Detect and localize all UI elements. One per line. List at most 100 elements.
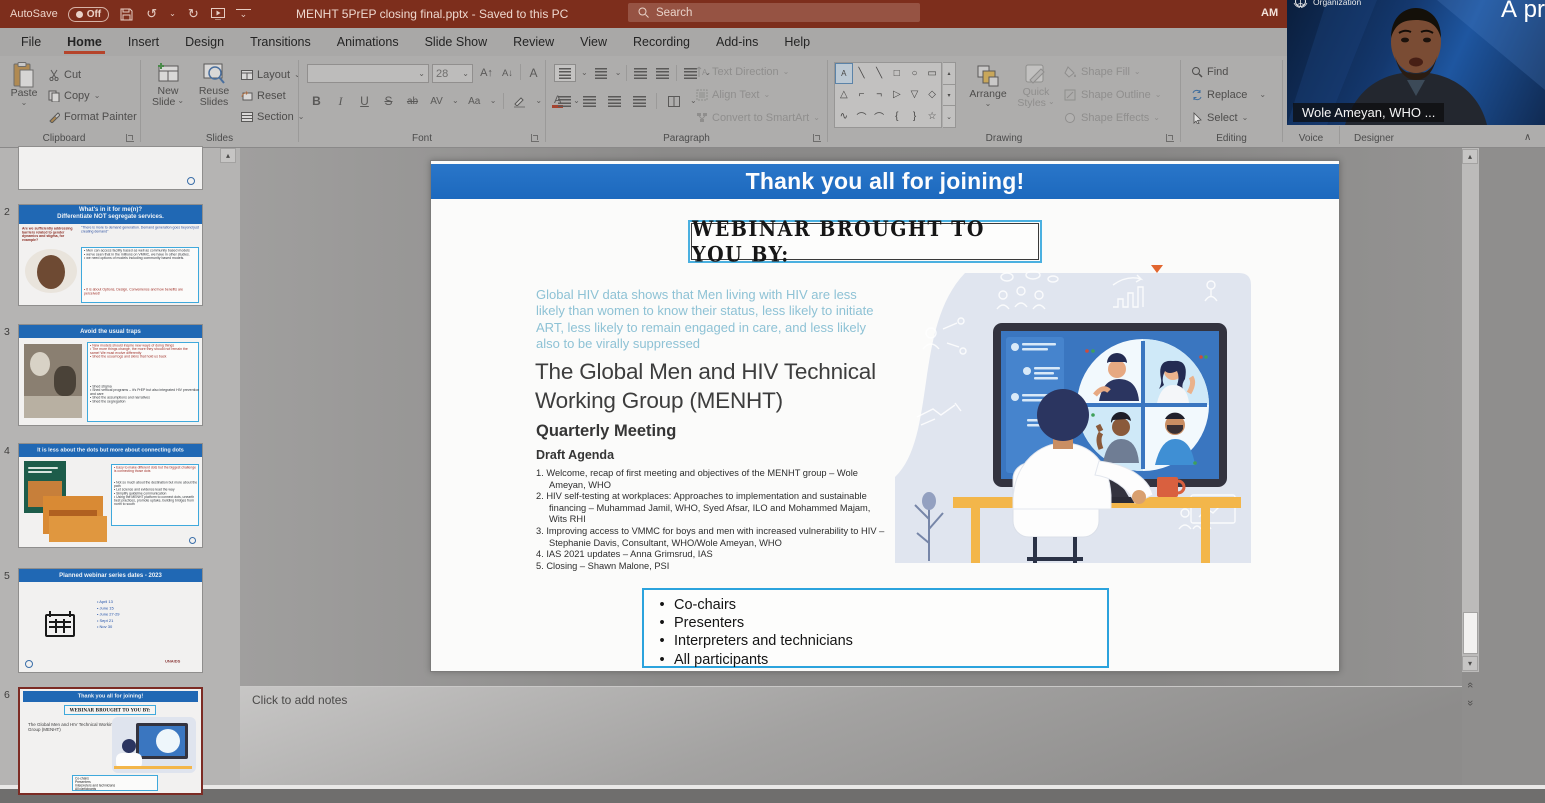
paste-button[interactable]: Paste ⌄: [6, 62, 42, 107]
reuse-slides-button[interactable]: Reuse Slides: [193, 62, 235, 108]
next-slide-button[interactable]: »: [1462, 694, 1478, 709]
strikethrough-button[interactable]: S: [380, 92, 397, 110]
oval-shape-icon[interactable]: ○: [906, 63, 924, 84]
align-center-button[interactable]: [581, 92, 598, 110]
gallery-scroll-down-icon[interactable]: ▾: [943, 84, 955, 107]
thumbnail-slide-3[interactable]: Avoid the usual traps • New models shoul…: [18, 324, 203, 426]
text-direction-button[interactable]: A Text Direction⌄: [696, 62, 820, 82]
shape-outline-button[interactable]: Shape Outline⌄: [1064, 85, 1161, 105]
clipboard-dialog-launcher-icon[interactable]: [126, 134, 134, 142]
curve-shape-icon[interactable]: ⌒: [870, 106, 888, 127]
star-shape-icon[interactable]: ☆: [923, 106, 941, 127]
copy-button[interactable]: Copy ⌄: [48, 85, 137, 106]
start-slideshow-button[interactable]: [211, 7, 226, 22]
tab-recording[interactable]: Recording: [620, 28, 703, 56]
slide-heading[interactable]: The Global Men and HIV Technical Working…: [535, 357, 895, 415]
tab-transitions[interactable]: Transitions: [237, 28, 324, 56]
subscript-button[interactable]: ab: [404, 92, 421, 110]
thumbnail-slide-1[interactable]: [18, 146, 203, 190]
tab-home[interactable]: Home: [54, 28, 115, 56]
gallery-more-icon[interactable]: ⌄: [943, 106, 955, 127]
tab-design[interactable]: Design: [172, 28, 237, 56]
tab-review[interactable]: Review: [500, 28, 567, 56]
scroll-down-button[interactable]: ▾: [1462, 656, 1478, 671]
italic-button[interactable]: I: [332, 92, 349, 110]
select-button[interactable]: Select ⌄: [1191, 108, 1266, 128]
collapse-ribbon-icon[interactable]: ∧: [1524, 132, 1531, 143]
tab-help[interactable]: Help: [771, 28, 823, 56]
reset-button[interactable]: Reset: [241, 85, 304, 106]
find-button[interactable]: Find: [1191, 62, 1266, 82]
format-painter-button[interactable]: Format Painter: [48, 106, 137, 127]
scribble-shape-icon[interactable]: ∿: [835, 106, 853, 127]
replace-button[interactable]: Replace ⌄: [1191, 85, 1266, 105]
paragraph-dialog-launcher-icon[interactable]: [813, 134, 821, 142]
quick-styles-button[interactable]: Quick Styles⌄: [1014, 63, 1058, 109]
redo-button[interactable]: ↻: [186, 7, 201, 22]
slide-title-banner[interactable]: Thank you all for joining!: [431, 164, 1339, 199]
increase-indent-button[interactable]: [654, 64, 671, 82]
rectangle-shape-icon[interactable]: □: [888, 63, 906, 84]
arc-shape-icon[interactable]: ⌒: [853, 106, 871, 127]
convert-to-smartart-button[interactable]: Convert to SmartArt⌄: [696, 108, 820, 128]
undo-button[interactable]: ↺: [144, 7, 159, 22]
thumbnail-scroll-up-button[interactable]: ▴: [220, 148, 236, 163]
columns-button[interactable]: [665, 92, 682, 110]
down-arrow-shape-icon[interactable]: ▽: [906, 84, 924, 105]
cut-button[interactable]: Cut: [48, 64, 137, 85]
layout-button[interactable]: Layout⌄: [241, 64, 304, 85]
gallery-scroll-up-icon[interactable]: ▴: [943, 63, 955, 84]
align-right-button[interactable]: [606, 92, 623, 110]
agenda-list[interactable]: Welcome, recap of first meeting and obje…: [536, 468, 891, 572]
decrease-indent-button[interactable]: [632, 64, 649, 82]
character-spacing-button[interactable]: AV: [428, 92, 445, 110]
save-button[interactable]: [119, 7, 134, 22]
thumbnail-slide-6-selected[interactable]: Thank you all for joining! WEBINAR BROUG…: [18, 687, 203, 795]
shape-effects-button[interactable]: Shape Effects⌄: [1064, 108, 1161, 128]
webinar-textbox[interactable]: WEBINAR BROUGHT TO YOU BY:: [691, 223, 1039, 260]
change-case-button[interactable]: Aa: [466, 92, 483, 110]
elbow-arrow-shape-icon[interactable]: ¬: [870, 84, 888, 105]
font-name-combo[interactable]: ⌄: [307, 64, 429, 83]
scrollbar-thumb[interactable]: [1463, 612, 1478, 654]
elbow-connector-shape-icon[interactable]: ⌐: [853, 84, 871, 105]
agenda-label[interactable]: Draft Agenda: [536, 448, 614, 462]
intro-paragraph[interactable]: Global HIV data shows that Men living wi…: [536, 287, 888, 353]
bold-button[interactable]: B: [308, 92, 325, 110]
tab-file[interactable]: File: [8, 28, 54, 56]
thumbnail-slide-2[interactable]: What's in it for me(n)? Differentiate NO…: [18, 204, 203, 306]
account-initials-badge[interactable]: AM: [1261, 7, 1278, 19]
tab-slide-show[interactable]: Slide Show: [412, 28, 501, 56]
video-call-overlay[interactable]: Organization À pr Wole Ameyan, WHO ...: [1287, 0, 1545, 125]
right-brace-shape-icon[interactable]: }: [906, 106, 924, 127]
decrease-font-size-button[interactable]: A↓: [499, 64, 516, 82]
thumbnail-slide-5[interactable]: Planned webinar series dates - 2023 • Ap…: [18, 568, 203, 673]
tab-animations[interactable]: Animations: [324, 28, 412, 56]
shape-fill-button[interactable]: Shape Fill⌄: [1064, 62, 1161, 82]
shapes-gallery[interactable]: A ╲ ╲ □ ○ ▭ △ ⌐ ¬ ▷ ▽ ◇ ∿ ⌒ ⌒ { } ☆: [834, 62, 942, 128]
tab-add-ins[interactable]: Add-ins: [703, 28, 771, 56]
rounded-rectangle-shape-icon[interactable]: ▭: [923, 63, 941, 84]
line-shape-icon[interactable]: ╲: [853, 63, 871, 84]
document-title[interactable]: MENHT 5PrEP closing final.pptx - Saved t…: [296, 7, 568, 21]
tab-insert[interactable]: Insert: [115, 28, 172, 56]
notes-pane[interactable]: Click to add notes: [240, 686, 1462, 786]
thanks-textbox[interactable]: Co-chairs Presenters Interpreters and te…: [642, 588, 1109, 668]
new-slide-button[interactable]: New Slide⌄: [148, 62, 188, 108]
highlight-color-button[interactable]: [511, 92, 528, 110]
autosave-toggle[interactable]: Off: [68, 7, 109, 22]
triangle-shape-icon[interactable]: △: [835, 84, 853, 105]
callout-shape-icon[interactable]: ◇: [923, 84, 941, 105]
scroll-up-button[interactable]: ▴: [1462, 149, 1478, 164]
undo-dropdown-icon[interactable]: ⌄: [169, 10, 176, 18]
justify-button[interactable]: [631, 92, 648, 110]
right-arrow-shape-icon[interactable]: ▷: [888, 84, 906, 105]
previous-slide-button[interactable]: «: [1462, 676, 1478, 691]
bullets-button[interactable]: [554, 64, 576, 82]
vertical-scrollbar[interactable]: [1462, 148, 1479, 672]
thumbnail-slide-4[interactable]: It is less about the dots but more about…: [18, 443, 203, 548]
arrow-line-shape-icon[interactable]: ╲: [870, 63, 888, 84]
left-brace-shape-icon[interactable]: {: [888, 106, 906, 127]
font-dialog-launcher-icon[interactable]: [531, 134, 539, 142]
slide-subheading[interactable]: Quarterly Meeting: [536, 422, 676, 441]
